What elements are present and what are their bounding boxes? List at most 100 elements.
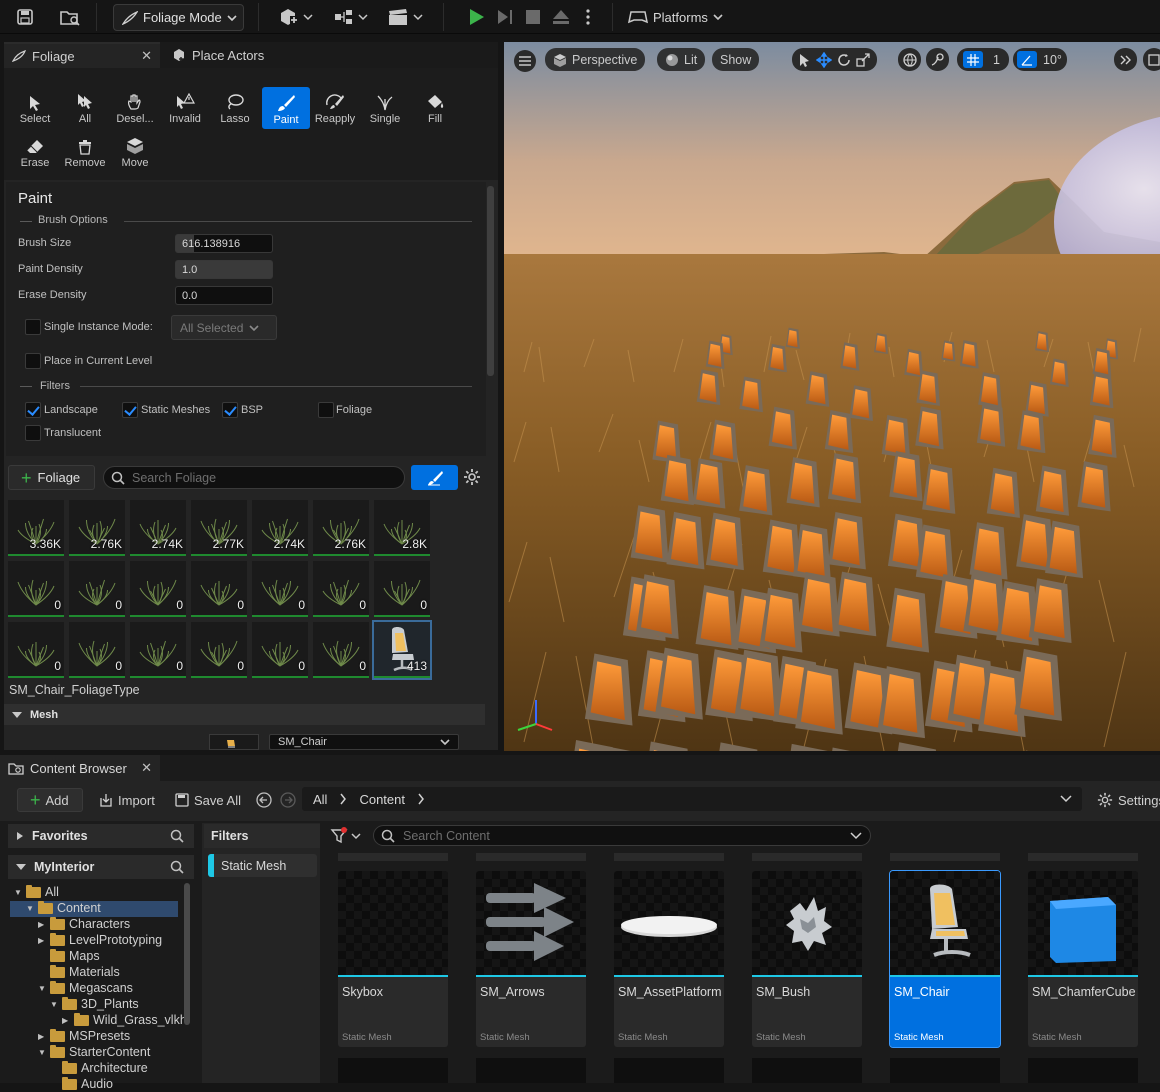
tree-scrollbar[interactable]	[184, 883, 190, 1025]
collapse-arrow-icon[interactable]: ▼	[38, 984, 46, 993]
stop-icon[interactable]	[520, 5, 546, 29]
collapse-arrow-icon[interactable]: ▼	[26, 904, 34, 913]
single-instance-dropdown[interactable]: All Selected	[171, 315, 277, 340]
asset-tile[interactable]: SM_AssetPlatform Static Mesh	[614, 871, 724, 1047]
foliage-type-thumb[interactable]: 0	[374, 561, 430, 617]
tool-remove[interactable]: Remove	[61, 130, 109, 172]
tab-foliage[interactable]: Foliage ✕	[4, 42, 160, 68]
tool-fill[interactable]: Fill	[411, 86, 459, 128]
platforms-button[interactable]: Platforms	[628, 5, 723, 29]
tool-select[interactable]: Select	[11, 86, 59, 128]
maximize-viewport-icon[interactable]	[1143, 48, 1160, 71]
tool-deselect[interactable]: Desel...	[111, 86, 159, 128]
step-icon[interactable]	[492, 5, 518, 29]
foliage-type-thumb[interactable]: 0	[130, 561, 186, 617]
tool-paint[interactable]: Paint	[262, 87, 310, 129]
folder-tree-item[interactable]: Materials	[38, 964, 120, 980]
settings-gear-icon[interactable]	[463, 468, 481, 486]
folder-tree-item[interactable]: ▼StarterContent	[38, 1044, 150, 1060]
brush-size-field[interactable]: 616.138916	[175, 234, 273, 253]
tool-single[interactable]: Single	[361, 86, 409, 128]
details-scrollbar[interactable]	[487, 186, 494, 376]
folder-tree-item[interactable]: ▶LevelPrototyping	[38, 932, 162, 948]
import-button[interactable]: Import	[99, 788, 155, 812]
breadcrumb-content[interactable]: Content	[359, 792, 405, 807]
world-local-icon[interactable]	[898, 48, 921, 71]
folder-tree-item[interactable]: ▼All	[14, 884, 59, 900]
filter-translucent-checkbox[interactable]	[25, 425, 41, 441]
expand-arrow-icon[interactable]: ▶	[62, 1016, 70, 1025]
place-in-level-checkbox[interactable]	[25, 353, 41, 369]
foliage-type-thumb[interactable]: 0	[130, 622, 186, 678]
move-arrows-icon[interactable]	[816, 52, 832, 68]
eject-icon[interactable]	[548, 5, 574, 29]
scale-icon[interactable]	[856, 53, 870, 67]
search-icon[interactable]	[170, 860, 184, 874]
blueprint-button[interactable]	[331, 5, 371, 29]
tool-invalid[interactable]: Invalid	[161, 86, 209, 128]
foliage-type-thumb[interactable]: 0	[252, 561, 308, 617]
expand-arrow-icon[interactable]: ▶	[38, 936, 46, 945]
expand-arrow-icon[interactable]: ▶	[38, 1032, 46, 1041]
tool-lasso[interactable]: Lasso	[211, 86, 259, 128]
folder-tree-item[interactable]: ▶Wild_Grass_vlkh	[62, 1012, 187, 1028]
foliage-type-thumb[interactable]: 0	[313, 561, 369, 617]
foliage-type-thumb[interactable]: 3.36K	[8, 500, 64, 556]
foliage-type-thumb[interactable]: 0	[191, 561, 247, 617]
surface-snap-icon[interactable]	[926, 48, 949, 71]
cinematics-button[interactable]	[384, 5, 426, 29]
search-icon[interactable]	[170, 829, 184, 843]
foliage-type-thumb[interactable]: 2.74K	[130, 500, 186, 556]
add-foliage-button[interactable]: + Foliage	[8, 465, 95, 490]
filter-funnel-icon[interactable]	[330, 827, 364, 845]
paint-density-field[interactable]: 1.0	[175, 260, 273, 279]
asset-tile[interactable]: Skybox Static Mesh	[338, 871, 448, 1047]
collapse-arrow-icon[interactable]: ▼	[14, 888, 22, 897]
close-tab-icon[interactable]: ✕	[141, 48, 152, 64]
back-arrow-icon[interactable]	[256, 788, 272, 812]
expand-toolbar-icon[interactable]	[1114, 48, 1137, 71]
foliage-type-thumb[interactable]: 0	[191, 622, 247, 678]
erase-density-field[interactable]: 0.0	[175, 286, 273, 305]
filter-bsp-checkbox[interactable]	[222, 402, 238, 418]
folder-tree-item[interactable]: Maps	[38, 948, 100, 964]
foliage-type-thumb[interactable]: 0	[69, 561, 125, 617]
folder-tree-item[interactable]: ▶Characters	[38, 916, 130, 932]
folder-tree-item[interactable]: Architecture	[50, 1060, 148, 1076]
tab-content-browser[interactable]: Content Browser ✕	[0, 755, 160, 781]
level-viewport[interactable]: Perspective Lit Show 1 10°	[504, 42, 1160, 751]
show-button[interactable]: Show	[712, 48, 759, 71]
breadcrumb-all[interactable]: All	[313, 792, 327, 807]
chevron-right-icon[interactable]	[417, 793, 425, 805]
chevron-down-icon[interactable]	[1060, 795, 1072, 803]
chevron-down-icon[interactable]	[850, 832, 862, 840]
foliage-type-thumb[interactable]: 0	[313, 622, 369, 678]
save-all-button[interactable]: Save All	[175, 788, 241, 812]
paint-toggle-button[interactable]	[411, 465, 458, 490]
filter-landscape-checkbox[interactable]	[25, 402, 41, 418]
foliage-type-thumb[interactable]: 413	[374, 622, 430, 678]
settings-button[interactable]: Settings	[1097, 788, 1160, 812]
filter-chip-static-mesh[interactable]: Static Mesh	[208, 854, 317, 877]
foliage-type-thumb[interactable]: 0	[252, 622, 308, 678]
tool-all[interactable]: All	[61, 86, 109, 128]
hamburger-menu-icon[interactable]	[514, 50, 536, 72]
rotate-icon[interactable]	[837, 53, 851, 67]
lit-button[interactable]: Lit	[657, 48, 705, 71]
tool-erase[interactable]: Erase	[11, 130, 59, 172]
foliage-type-thumb[interactable]: 2.8K	[374, 500, 430, 556]
content-search-input[interactable]: Search Content	[373, 825, 871, 846]
tab-place-actors[interactable]: Place Actors	[164, 42, 304, 68]
close-tab-icon[interactable]: ✕	[141, 760, 152, 776]
asset-tile[interactable]: SM_ChamferCube Static Mesh	[1028, 871, 1138, 1047]
foliage-type-thumb[interactable]: 0	[8, 622, 64, 678]
mesh-section-header[interactable]: Mesh	[4, 704, 485, 725]
folder-tree-item[interactable]: ▼Megascans	[38, 980, 133, 996]
collapse-arrow-icon[interactable]: ▼	[38, 1048, 46, 1057]
asset-tile-selected[interactable]: SM_Chair Static Mesh	[890, 871, 1000, 1047]
content-folder-icon[interactable]	[56, 5, 84, 29]
angle-snap-button[interactable]: 10°	[1013, 48, 1067, 71]
add-actor-button[interactable]	[276, 5, 316, 29]
more-options-icon[interactable]	[578, 5, 598, 29]
play-icon[interactable]	[463, 5, 489, 29]
